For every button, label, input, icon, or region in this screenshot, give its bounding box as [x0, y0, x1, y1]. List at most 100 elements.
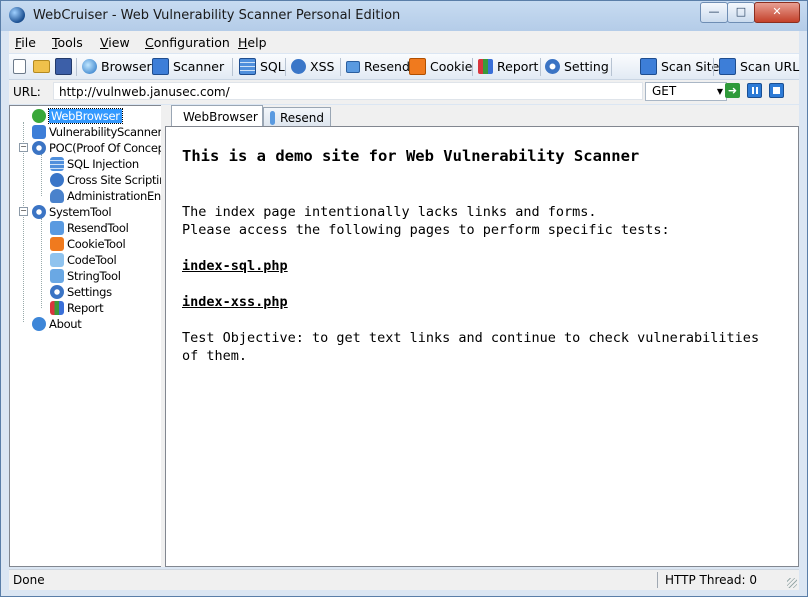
url-bar: URL: http://vulnweb.janusec.com/ GET ▼ ➜ — [9, 80, 799, 104]
status-separator — [657, 572, 658, 588]
url-label: URL: — [13, 85, 41, 99]
scanner-button[interactable]: Scanner — [152, 57, 224, 76]
menu-file-label: ile — [21, 35, 36, 50]
tab-webbrowser[interactable]: WebBrowser — [171, 105, 263, 127]
toolbar-separator — [611, 58, 612, 76]
menu-file[interactable]: File — [15, 35, 36, 50]
tree-item-webbrowser[interactable]: WebBrowser — [32, 108, 123, 124]
browser-button[interactable]: Browser — [82, 57, 152, 76]
minimize-button[interactable]: — — [700, 2, 728, 23]
scan-url-icon — [719, 58, 736, 75]
cookie-button[interactable]: Cookie — [409, 57, 472, 76]
gear-icon — [32, 205, 46, 219]
new-file-button[interactable] — [13, 57, 30, 76]
browser-label: Browser — [101, 59, 152, 74]
go-button[interactable]: ➜ — [725, 83, 740, 98]
resend-icon — [270, 110, 275, 125]
resend-label: Resend — [364, 59, 410, 74]
window-title: WebCruiser - Web Vulnerability Scanner P… — [33, 8, 401, 23]
tree-item-report[interactable]: Report — [50, 300, 104, 316]
status-bar: Done HTTP Thread: 0 — [9, 569, 799, 590]
tab-label: Resend — [279, 110, 324, 125]
go-arrow-icon: ➜ — [727, 84, 738, 97]
tree-label: AdministrationEntrance — [67, 189, 161, 203]
stop-button[interactable] — [769, 83, 784, 98]
setting-label: Setting — [564, 59, 609, 74]
tab-resend[interactable]: Resend — [263, 107, 331, 127]
objective-line: Test Objective: to get text links and co… — [182, 330, 760, 346]
url-input[interactable]: http://vulnweb.janusec.com/ — [53, 82, 643, 100]
collapse-icon[interactable]: − — [19, 143, 28, 152]
open-folder-button[interactable] — [33, 57, 54, 76]
scanner-icon — [152, 58, 169, 75]
toolbar-separator — [713, 58, 714, 76]
app-window: WebCruiser - Web Vulnerability Scanner P… — [0, 0, 808, 597]
tree-item-systemtool[interactable]: SystemTool — [32, 204, 112, 220]
tree-label: Report — [67, 301, 104, 315]
pause-button[interactable] — [747, 83, 762, 98]
tree-item-admin-entrance[interactable]: AdministrationEntrance — [50, 188, 161, 204]
scanner-label: Scanner — [173, 59, 225, 74]
method-select[interactable]: GET ▼ — [645, 82, 727, 101]
menu-help-key: H — [238, 35, 248, 50]
scan-site-icon — [640, 58, 657, 75]
menu-help[interactable]: Help — [238, 35, 267, 50]
tree-label: SQL Injection — [67, 157, 139, 171]
link-index-sql[interactable]: index-sql.php — [182, 258, 288, 274]
scan-url-button[interactable]: Scan URL — [719, 57, 799, 76]
gear-icon — [32, 141, 46, 155]
close-button[interactable]: ✕ — [754, 2, 800, 23]
tree-item-sql-injection[interactable]: SQL Injection — [50, 156, 139, 172]
save-icon — [55, 58, 72, 75]
tree-item-stringtool[interactable]: StringTool — [50, 268, 121, 284]
scanner-icon — [32, 125, 46, 139]
report-button[interactable]: Report — [478, 57, 538, 76]
save-button[interactable] — [55, 57, 76, 76]
sql-button[interactable]: SQL — [239, 57, 285, 76]
report-label: Report — [497, 59, 539, 74]
navigation-tree: − − WebBrowser VulnerabilityScanner POC(… — [9, 105, 162, 567]
tree-item-settings[interactable]: Settings — [50, 284, 112, 300]
tree-item-about[interactable]: About — [32, 316, 82, 332]
scan-site-label: Scan Site — [661, 59, 720, 74]
xss-button[interactable]: XSS — [291, 57, 334, 76]
collapse-icon[interactable]: − — [19, 207, 28, 216]
check-icon — [32, 109, 46, 123]
tree-label: StringTool — [67, 269, 121, 283]
menu-tools[interactable]: Tools — [52, 35, 83, 50]
resend-icon — [346, 60, 360, 73]
link-index-xss[interactable]: index-xss.php — [182, 294, 288, 310]
toolbar-separator — [232, 58, 233, 76]
menu-configuration[interactable]: Configuration — [145, 35, 230, 50]
tree-item-codetool[interactable]: CodeTool — [50, 252, 117, 268]
tree-item-xss[interactable]: Cross Site Scripting — [50, 172, 161, 188]
setting-button[interactable]: Setting — [545, 57, 609, 76]
tree-item-scanner[interactable]: VulnerabilityScanner — [32, 124, 161, 140]
menu-view[interactable]: View — [100, 35, 130, 50]
menu-tools-label: ools — [57, 35, 83, 50]
toolbar-separator — [540, 58, 541, 76]
objective-line-2: of them. — [182, 348, 248, 364]
resize-grip[interactable] — [787, 578, 797, 588]
tree-label: Cross Site Scripting — [67, 173, 161, 187]
tree-item-cookietool[interactable]: CookieTool — [50, 236, 126, 252]
status-text: Done — [13, 573, 45, 587]
xss-label: XSS — [310, 59, 335, 74]
menu-bar: File Tools View Configuration Help — [9, 31, 799, 53]
tree-item-poc[interactable]: POC(Proof Of Concept) — [32, 140, 162, 156]
scan-site-button[interactable]: Scan Site — [640, 57, 719, 76]
code-icon — [50, 253, 64, 267]
scan-url-label: Scan URL — [740, 59, 800, 74]
gear-icon — [545, 59, 560, 74]
resend-button[interactable]: Resend — [346, 57, 410, 76]
tree-item-resendtool[interactable]: ResendTool — [50, 220, 129, 236]
tree-label: About — [49, 317, 82, 331]
bar-chart-icon — [50, 301, 64, 315]
maximize-button[interactable]: □ — [727, 2, 755, 23]
user-icon — [50, 189, 64, 203]
browser-view: This is a demo site for Web Vulnerabilit… — [165, 126, 799, 567]
pause-icon — [752, 87, 758, 94]
tree-label: POC(Proof Of Concept) — [49, 141, 162, 155]
new-file-icon — [13, 59, 26, 74]
resend-icon — [50, 221, 64, 235]
